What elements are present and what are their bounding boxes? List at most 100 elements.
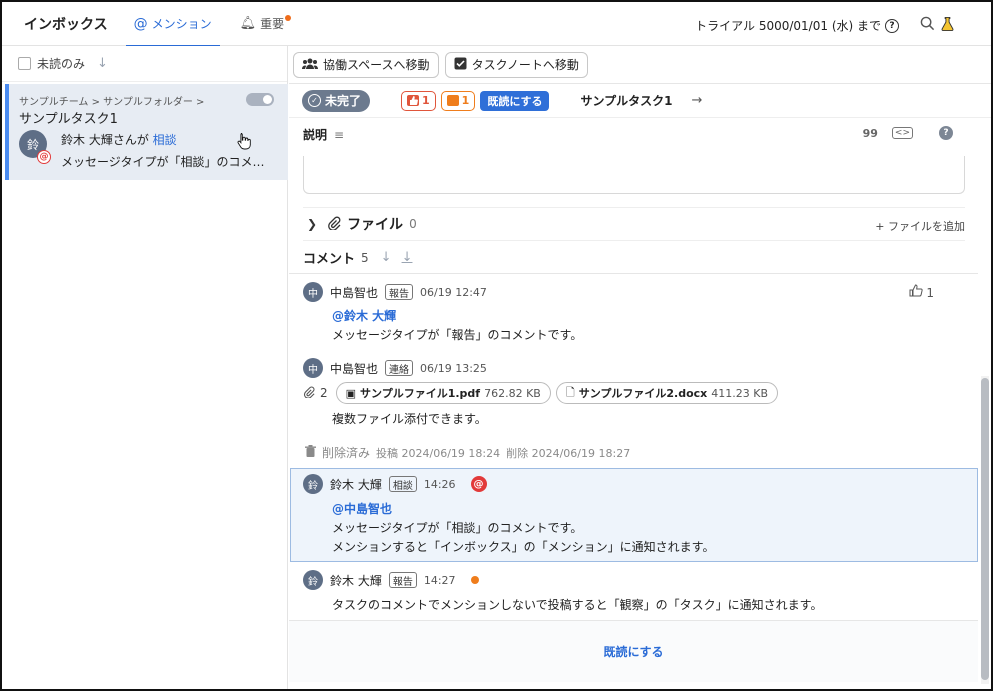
- inbox-item-preview: メッセージタイプが「相談」のコメ…: [61, 155, 265, 169]
- mention-link[interactable]: @鈴木 大輝: [332, 307, 396, 324]
- comment-item: 鈴 鈴木 大輝 相談 14:26 @ @中島智也 メッセージタイプが「相談」のコ…: [289, 474, 978, 558]
- add-file-button[interactable]: + ファイルを追加: [875, 218, 965, 234]
- quote-icon[interactable]: 99: [863, 127, 878, 140]
- description-tools: 99 <> ?: [863, 126, 953, 140]
- trial-text: トライアル 5000/01/01 (水) まで: [695, 19, 881, 33]
- document-file-icon: 🗋: [565, 385, 575, 399]
- summary-type-link[interactable]: 相談: [153, 133, 177, 147]
- comment-author[interactable]: 中島智也: [330, 360, 378, 377]
- description-header: 説明 ≡ 99 <> ?: [303, 126, 963, 143]
- avatar: 鈴: [303, 474, 323, 494]
- inbox-item-title: サンプルタスク1: [19, 112, 118, 127]
- collab-space-label: 協働スペースへ移動: [323, 58, 430, 72]
- tab-mention-label: メンション: [151, 17, 212, 31]
- posted-time: 投稿 2024/06/19 18:24: [376, 446, 501, 460]
- files-title: ファイル: [347, 217, 404, 233]
- unread-dot-icon: [470, 576, 479, 584]
- arrow-right-icon[interactable]: →: [691, 93, 702, 108]
- image-file-icon: ▣: [345, 386, 357, 400]
- comment-text: 複数ファイル添付できます。: [332, 412, 487, 426]
- comment-time: 06/19 13:25: [420, 361, 487, 375]
- comment-item: 中 中島智也 報告 06/19 12:47 1 @鈴木 大輝 メッセージタイプが…: [289, 282, 978, 352]
- toolbar: 協働スペースへ移動 タスクノートへ移動: [289, 46, 991, 84]
- deleted-time: 削除 2024/06/19 18:27: [506, 446, 631, 460]
- like-reaction-button[interactable]: 1: [401, 90, 436, 111]
- mark-read-bottom-button[interactable]: 既読にする: [289, 620, 978, 682]
- attachment-count: 2: [320, 386, 328, 400]
- like-button[interactable]: 1: [909, 284, 934, 300]
- description-editor[interactable]: [303, 156, 965, 194]
- files-count: 0: [409, 217, 417, 231]
- trial-info: トライアル 5000/01/01 (水) まで ?: [695, 17, 899, 34]
- chevron-right-icon[interactable]: ❯: [307, 217, 317, 231]
- lines-icon: ≡: [334, 127, 345, 142]
- comment-icon: [446, 95, 459, 106]
- comment-text: メッセージタイプが「相談」のコメントです。: [332, 521, 583, 535]
- mention-link[interactable]: @中島智也: [332, 500, 392, 517]
- sort-arrow-icon[interactable]: ↓: [97, 56, 108, 71]
- collab-space-button[interactable]: 協働スペースへ移動: [293, 51, 439, 78]
- task-header: ✓ 未完了 1 1 既読にする サンプルタスク1 →: [289, 84, 991, 118]
- check-circle-icon: ✓: [308, 94, 321, 107]
- unread-filter-row: 未読のみ ↓: [2, 46, 287, 82]
- comment-author[interactable]: 中島智也: [330, 284, 378, 301]
- search-icon[interactable]: [920, 16, 935, 35]
- people-icon: [302, 58, 318, 72]
- mention-icon: @: [470, 476, 487, 492]
- comments-count: 5: [361, 250, 369, 265]
- tab-important-label: 重要: [260, 17, 285, 31]
- attachment-chip[interactable]: 🗋 サンプルファイル2.docx 411.23 KB: [555, 382, 779, 404]
- comment-reaction-button[interactable]: 1: [440, 90, 476, 111]
- comments-title: コメント: [303, 252, 356, 267]
- attachments-row: 2 ▣ サンプルファイル1.pdf 762.82 KB 🗋 サンプルファイル2.…: [303, 382, 779, 404]
- paperclip-icon: [303, 386, 315, 401]
- sort-arrow-icon[interactable]: ↓: [381, 250, 392, 265]
- help-icon[interactable]: ?: [939, 126, 953, 140]
- code-icon[interactable]: <>: [891, 127, 913, 139]
- mention-badge-icon: @: [37, 150, 51, 164]
- app-title: インボックス: [24, 16, 108, 33]
- comments-header: コメント 5 ↓ ↓: [303, 248, 412, 267]
- toggle-switch[interactable]: [246, 93, 274, 106]
- tasknote-button[interactable]: タスクノートへ移動: [444, 51, 588, 78]
- attachment-size: 762.82 KB: [484, 386, 541, 400]
- attachment-size: 411.23 KB: [711, 386, 769, 400]
- comment-header: 中 中島智也 報告 06/19 12:47: [303, 282, 487, 302]
- status-label: 未完了: [325, 94, 362, 108]
- summary-prefix: 鈴木 大輝さんが: [61, 133, 149, 147]
- tab-important[interactable]: 🔔︎ 重要: [232, 2, 293, 46]
- message-type-tag: 報告: [388, 572, 417, 588]
- status-button[interactable]: ✓ 未完了: [302, 89, 371, 112]
- thumbs-up-icon: [407, 95, 420, 106]
- comment-author[interactable]: 鈴木 大輝: [330, 476, 382, 493]
- scrollbar-thumb[interactable]: [981, 378, 989, 680]
- divider: [289, 273, 978, 274]
- at-icon: @: [133, 15, 148, 32]
- attachment-name: サンプルファイル2.docx: [578, 387, 708, 400]
- description-label-text: 説明: [303, 128, 328, 142]
- thumbs-up-outline-icon: [909, 284, 927, 300]
- help-icon[interactable]: ?: [885, 18, 899, 33]
- tab-mention[interactable]: @ メンション: [125, 2, 220, 47]
- comment-author[interactable]: 鈴木 大輝: [330, 572, 382, 589]
- like-count: 1: [926, 286, 934, 300]
- flask-icon[interactable]: [940, 16, 955, 36]
- comment-header: 鈴 鈴木 大輝 報告 14:27: [303, 570, 479, 590]
- unread-only-label: 未読のみ: [37, 57, 86, 71]
- checked-note-icon: [454, 57, 467, 73]
- attachment-chip[interactable]: ▣ サンプルファイル1.pdf 762.82 KB: [335, 382, 551, 404]
- comment-item: 鈴 鈴木 大輝 報告 14:27 タスクのコメントでメンションしないで投稿すると…: [289, 570, 978, 618]
- sort-bottom-icon[interactable]: ↓: [402, 250, 413, 265]
- avatar: 中: [303, 358, 323, 378]
- like-count: 1: [422, 94, 430, 107]
- unread-only-checkbox[interactable]: [18, 57, 31, 70]
- mark-read-button[interactable]: 既読にする: [480, 90, 550, 111]
- message-type-tag: 連絡: [385, 360, 414, 376]
- comment-header: 鈴 鈴木 大輝 相談 14:26 @: [303, 474, 487, 494]
- hand-cursor-icon: [237, 132, 251, 154]
- top-bar: インボックス @ メンション 🔔︎ 重要 トライアル 5000/01/01 (水…: [2, 2, 991, 47]
- comment-text: メンションすると「インボックス」の「メンション」に通知されます。: [332, 540, 715, 554]
- avatar: 中: [303, 282, 323, 302]
- trash-icon: [305, 445, 316, 460]
- deleted-comment: 削除済み 投稿 2024/06/19 18:24 削除 2024/06/19 1…: [305, 444, 630, 461]
